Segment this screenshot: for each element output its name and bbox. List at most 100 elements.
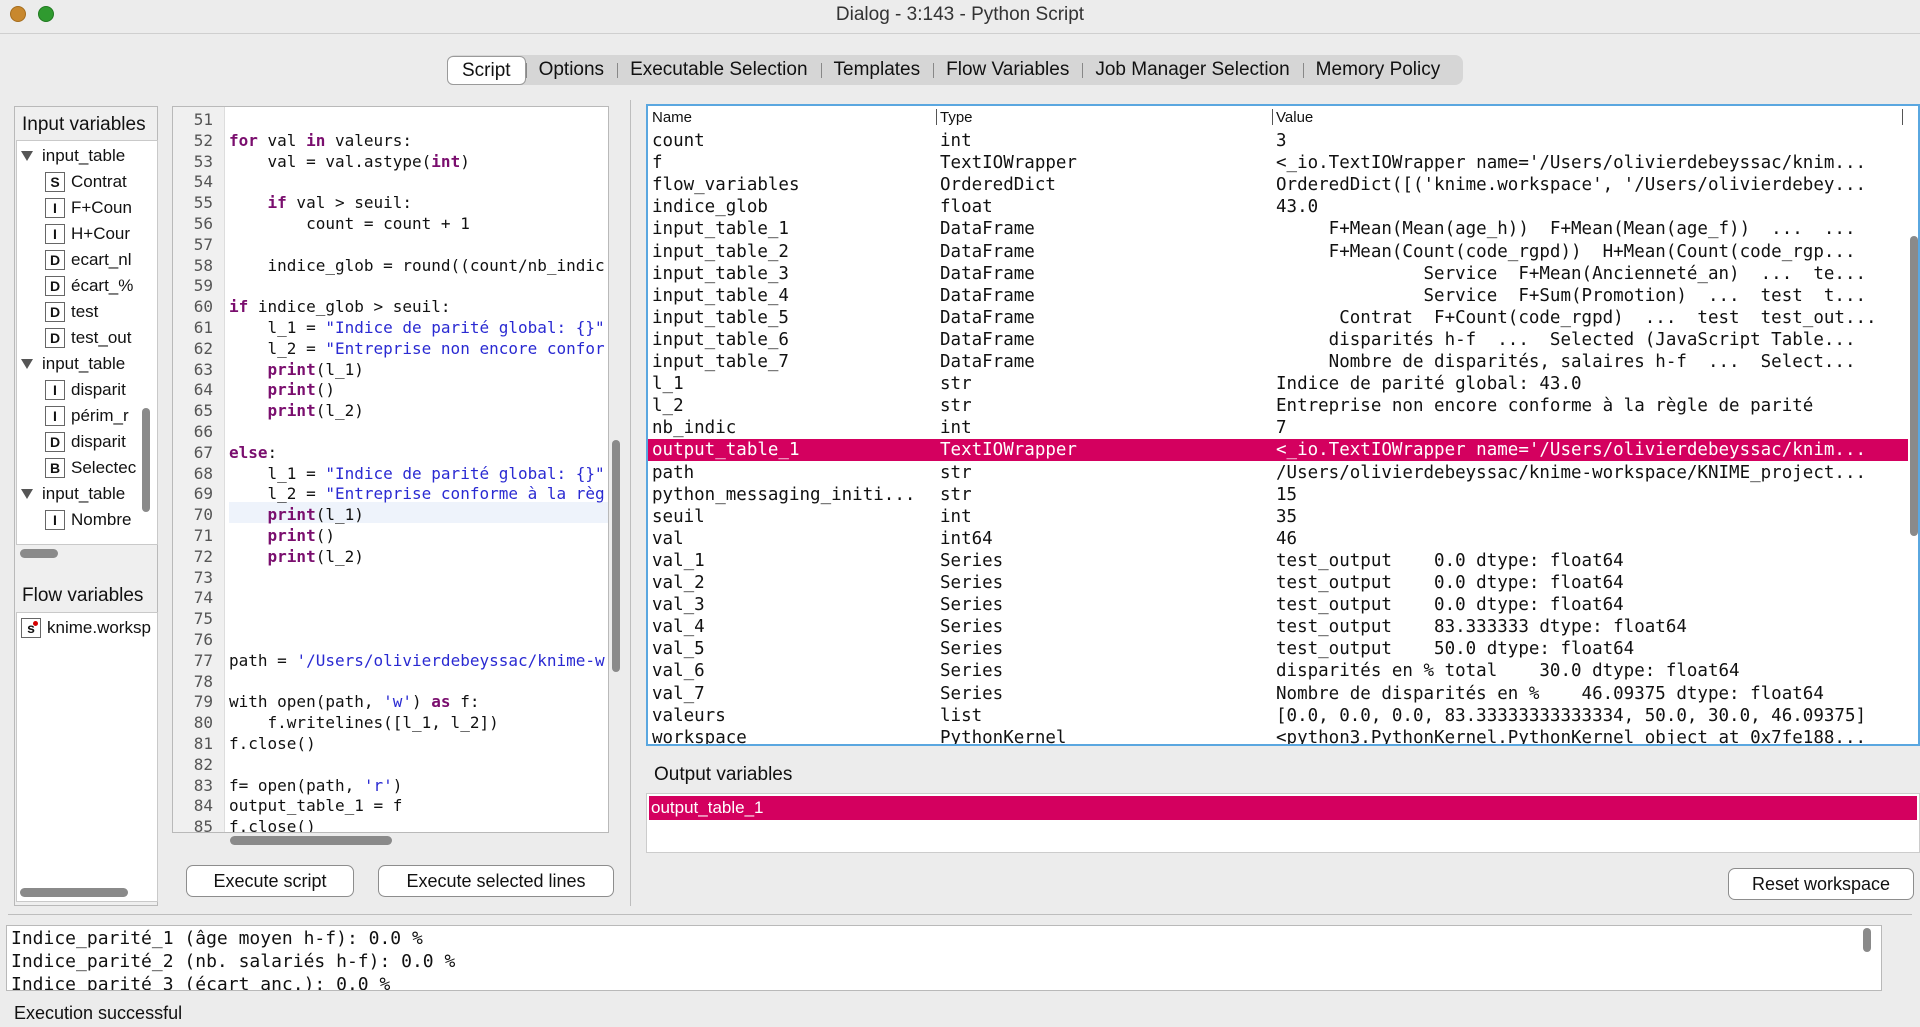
code-line[interactable]: print() <box>229 525 608 546</box>
table-row[interactable]: input_table_6 DataFrame disparités h-f ..… <box>648 329 1908 351</box>
table-row[interactable]: input_table_2 DataFrame F+Mean(Count(code… <box>648 241 1908 263</box>
table-row[interactable]: path str/Users/olivierdebeyssac/knime-wor… <box>648 462 1908 484</box>
code-line[interactable]: else: <box>229 442 608 463</box>
table-row[interactable]: input_table_5 DataFrame Contrat F+Count(c… <box>648 307 1908 329</box>
code-line[interactable]: f.close() <box>229 733 608 754</box>
table-row[interactable]: flow_variables OrderedDict OrderedDict([('… <box>648 174 1908 196</box>
column-header-type[interactable]: Type <box>940 109 973 126</box>
code-line[interactable]: f.close() <box>229 816 608 832</box>
expand-triangle-icon[interactable] <box>21 489 33 499</box>
table-row[interactable]: input_table_3 DataFrame Service F+Mean(An… <box>648 263 1908 285</box>
tab-options[interactable]: Options <box>525 55 617 85</box>
code-line[interactable]: path = '/Users/olivierdebeyssac/knime-w <box>229 650 608 671</box>
code-line[interactable]: l_2 = "Entreprise non encore confor <box>229 338 608 359</box>
tree-item[interactable]: Idisparit <box>45 377 126 403</box>
console-scrollbar[interactable] <box>1863 928 1871 952</box>
expand-triangle-icon[interactable] <box>21 151 33 161</box>
tab-script[interactable]: Script <box>447 55 526 85</box>
output-variable-item[interactable]: output_table_1 <box>649 796 1917 820</box>
code-line[interactable]: print(l_2) <box>229 400 608 421</box>
code-editor[interactable]: 51 52 for val in valeurs: 53 val = val.asty… <box>172 106 609 833</box>
table-row[interactable]: output_table_1 TextIOWrapper <_io.TextIOWr… <box>648 439 1908 462</box>
tree-horizontal-scrollbar[interactable] <box>20 549 58 558</box>
table-row[interactable]: workspace PythonKernel <python3.PythonKern… <box>648 727 1908 744</box>
code-line[interactable]: print(l_1) <box>229 504 608 525</box>
column-header-value[interactable]: Value <box>1276 109 1313 126</box>
tree-vertical-scrollbar[interactable] <box>142 408 150 512</box>
table-row[interactable]: input_table_7 DataFrame Nombre de dispari… <box>648 351 1908 373</box>
code-line[interactable]: for val in valeurs: <box>229 130 608 151</box>
code-line[interactable]: val = val.astype(int) <box>229 151 608 172</box>
table-row[interactable]: val_7 Series Nombre de disparités en % 46.… <box>648 683 1908 705</box>
table-row[interactable]: l_1 str Indice de parité global: 43.0 <box>648 373 1908 395</box>
table-row[interactable]: input_table_4 DataFrame Service F+Sum(Pro… <box>648 285 1908 307</box>
table-row[interactable]: l_2 str Entreprise non encore conforme à l… <box>648 395 1908 417</box>
code-line[interactable]: l_1 = "Indice de parité global: {}" <box>229 463 608 484</box>
code-line[interactable]: count = count + 1 <box>229 213 608 234</box>
tree-item[interactable]: Décart_% <box>45 273 133 299</box>
reset-workspace-button[interactable]: Reset workspace <box>1728 868 1914 900</box>
tree-item[interactable]: B Selectec <box>45 455 136 481</box>
tree-item[interactable]: Dtest_out <box>45 325 132 351</box>
code-line[interactable]: print() <box>229 379 608 400</box>
execute-script-button[interactable]: Execute script <box>186 865 354 897</box>
flow-variable-item[interactable]: s knime.worksp <box>21 615 151 641</box>
tree-item[interactable]: Dtest <box>45 299 98 325</box>
table-row[interactable]: val_2 Series test_output 0.0 dtype: float6… <box>648 572 1908 594</box>
table-row[interactable]: seuil int 35 <box>648 506 1908 528</box>
workspace-variables-table[interactable]: Name Type Value count int 3 f TextIOWrapper <_i… <box>646 104 1920 746</box>
tab-templates[interactable]: Templates <box>820 55 934 85</box>
table-row[interactable]: val_1 Series test_output 0.0 dtype: float6… <box>648 550 1908 572</box>
code-line[interactable]: print(l_1) <box>229 359 608 380</box>
flow-variables-list[interactable]: s knime.worksp <box>16 612 158 902</box>
table-row[interactable]: count int 3 <box>648 130 1908 152</box>
code-line[interactable]: l_2 = "Entreprise conforme à la règ <box>229 483 608 504</box>
tree-item[interactable]: I Nombre <box>45 507 131 533</box>
input-variables-tree[interactable]: input_table S Contrat I F+Coun I H+Cour Decart_… <box>16 140 158 545</box>
table-row[interactable]: val_3 Series test_output 0.0 dtype: float6… <box>648 594 1908 616</box>
tab-flow-variables[interactable]: Flow Variables <box>933 55 1082 85</box>
tree-item[interactable]: Decart_nl <box>45 247 131 273</box>
tree-group[interactable]: input_table <box>21 481 125 507</box>
code-line[interactable]: f.writelines([l_1, l_2]) <box>229 712 608 733</box>
code-line[interactable]: if indice_glob > seuil: <box>229 296 608 317</box>
editor-horizontal-scrollbar[interactable] <box>230 836 392 845</box>
horizontal-splitter[interactable] <box>8 914 1912 915</box>
table-row[interactable]: val_5 Series test_output 50.0 dtype: float… <box>648 638 1908 660</box>
column-separator[interactable] <box>1272 109 1273 125</box>
tab-job-manager-selection[interactable]: Job Manager Selection <box>1082 55 1302 85</box>
code-line[interactable]: indice_glob = round((count/nb_indic <box>229 255 608 276</box>
tree-item[interactable]: I H+Cour <box>45 221 130 247</box>
tree-group[interactable]: input_table <box>21 143 125 169</box>
tree-item[interactable]: S Contrat <box>45 169 127 195</box>
splitter-divider[interactable] <box>630 100 631 906</box>
table-row[interactable]: val_6 Series disparités en % total 30.0 dt… <box>648 660 1908 682</box>
tab-memory-policy[interactable]: Memory Policy <box>1302 55 1454 85</box>
tree-item[interactable]: I F+Coun <box>45 195 132 221</box>
table-row[interactable]: val int64 46 <box>648 528 1908 550</box>
output-variables-list[interactable]: output_table_1 <box>646 793 1920 853</box>
variables-vertical-scrollbar[interactable] <box>1910 236 1918 536</box>
flow-variables-scrollbar[interactable] <box>20 888 128 897</box>
code-line[interactable]: output_table_1 = f <box>229 795 608 816</box>
table-row[interactable]: indice_glob float 43.0 <box>648 196 1908 218</box>
column-header-name[interactable]: Name <box>652 109 692 126</box>
table-row[interactable]: valeurs list [0.0, 0.0, 0.0, 83.3333333333… <box>648 705 1908 727</box>
code-line[interactable]: with open(path, 'w') as f: <box>229 691 608 712</box>
tree-group[interactable]: input_table <box>21 351 125 377</box>
table-row[interactable]: val_4 Series test_output 83.333333 dtype: … <box>648 616 1908 638</box>
code-line[interactable]: f= open(path, 'r') <box>229 775 608 796</box>
code-line[interactable]: l_1 = "Indice de parité global: {}" <box>229 317 608 338</box>
expand-triangle-icon[interactable] <box>21 359 33 369</box>
table-row[interactable]: nb_indic int 7 <box>648 417 1908 439</box>
tree-item[interactable]: Ipérim_r <box>45 403 129 429</box>
table-row[interactable]: python_messaging_initi... str 15 <box>648 484 1908 506</box>
code-line[interactable]: if val > seuil: <box>229 192 608 213</box>
editor-vertical-scrollbar[interactable] <box>612 440 620 672</box>
tree-item[interactable]: Ddisparit <box>45 429 126 455</box>
execute-selected-lines-button[interactable]: Execute selected lines <box>378 865 614 897</box>
table-row[interactable]: f TextIOWrapper <_io.TextIOWrapper name='/… <box>648 152 1908 174</box>
table-row[interactable]: input_table_1 DataFrame F+Mean(Mean(age_h… <box>648 218 1908 240</box>
code-line[interactable]: print(l_2) <box>229 546 608 567</box>
column-separator[interactable] <box>936 109 937 125</box>
